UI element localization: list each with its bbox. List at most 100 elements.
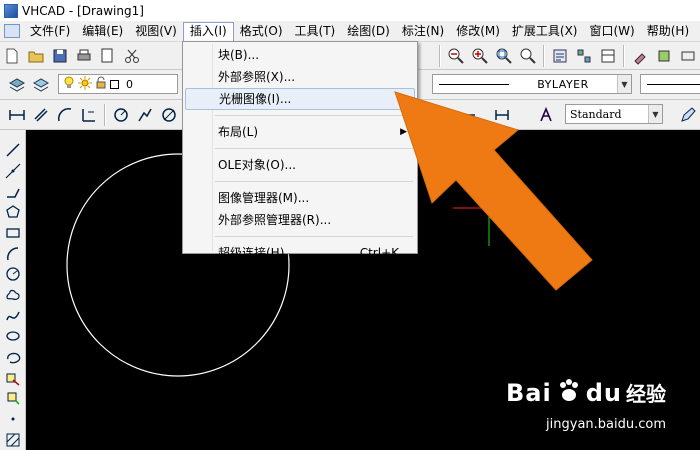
menu-item-hyperlink-label: 超级连接(H)... xyxy=(218,246,296,260)
make-block-icon[interactable] xyxy=(3,389,23,408)
text-style-combo[interactable]: Standard ▼ xyxy=(565,104,663,124)
lightbulb-icon[interactable] xyxy=(63,76,75,93)
menu-dimension[interactable]: 标注(N) xyxy=(396,22,450,41)
extra-tool-icon[interactable] xyxy=(677,45,699,67)
text-style-name: Standard xyxy=(570,107,622,121)
menu-edit[interactable]: 编辑(E) xyxy=(76,22,129,41)
lineweight-combo[interactable] xyxy=(640,74,700,94)
menu-item-hyperlink[interactable]: 超级连接(H)... Ctrl+K xyxy=(185,242,415,264)
ordinate-dimension-icon[interactable] xyxy=(78,104,100,126)
sun-icon[interactable] xyxy=(78,75,92,93)
menu-item-image-manager[interactable]: 图像管理器(M)... xyxy=(185,187,415,209)
pen-icon[interactable] xyxy=(677,104,699,126)
layer-combo[interactable]: 0 xyxy=(58,74,178,94)
menu-window[interactable]: 窗口(W) xyxy=(584,22,641,41)
ellipse-arc-icon[interactable] xyxy=(3,348,23,367)
construction-line-icon[interactable] xyxy=(3,162,23,181)
menu-file[interactable]: 文件(F) xyxy=(24,22,76,41)
polyline-icon[interactable] xyxy=(3,182,23,201)
preview-icon[interactable] xyxy=(97,45,119,67)
arc-icon[interactable] xyxy=(3,244,23,263)
aligned-dimension-icon[interactable] xyxy=(30,104,52,126)
match-properties-icon[interactable] xyxy=(629,45,651,67)
app-icon xyxy=(4,3,18,18)
linetype-combo[interactable]: BYLAYER ▼ xyxy=(432,74,632,94)
window-title: VHCAD - [Drawing1] xyxy=(22,3,144,18)
watermark-url: jingyan.baidu.com xyxy=(546,417,666,432)
menu-item-layout-label: 布局(L) xyxy=(218,125,259,139)
layer-manager-icon[interactable] xyxy=(6,74,28,96)
menu-format[interactable]: 格式(O) xyxy=(234,22,289,41)
arc-length-icon[interactable] xyxy=(54,104,76,126)
menu-help[interactable]: 帮助(H) xyxy=(641,22,695,41)
draw-toolbar xyxy=(0,130,26,450)
save-icon[interactable] xyxy=(49,45,71,67)
circle-icon[interactable] xyxy=(3,265,23,284)
crosshair-cursor xyxy=(453,204,493,246)
text-style-icon[interactable] xyxy=(535,104,557,126)
menu-extension-tools[interactable]: 扩展工具(X) xyxy=(506,22,584,41)
chevron-down-icon[interactable]: ▼ xyxy=(617,75,631,93)
menu-item-block[interactable]: 块(B)... xyxy=(185,44,415,66)
design-center-icon[interactable] xyxy=(573,45,595,67)
ellipse-icon[interactable] xyxy=(3,327,23,346)
jogged-dimension-icon[interactable] xyxy=(134,104,156,126)
cut-icon[interactable] xyxy=(121,45,143,67)
menu-item-xref-manager[interactable]: 外部参照管理器(R)... xyxy=(185,209,415,231)
watermark-cn-text: 经验 xyxy=(626,382,666,406)
new-file-icon[interactable] xyxy=(1,45,23,67)
hatch-icon[interactable] xyxy=(3,430,23,449)
menu-separator xyxy=(215,181,413,182)
linetype-preview xyxy=(439,83,509,85)
zoom-window-icon[interactable] xyxy=(493,45,515,67)
polygon-icon[interactable] xyxy=(3,203,23,222)
open-folder-icon[interactable] xyxy=(25,45,47,67)
rectangle-icon[interactable] xyxy=(3,224,23,243)
menu-modify[interactable]: 修改(M) xyxy=(450,22,506,41)
zoom-in-icon[interactable] xyxy=(469,45,491,67)
layer-state-icon[interactable] xyxy=(30,74,52,96)
lineweight-preview xyxy=(647,84,700,85)
insert-menu-dropdown: 块(B)... 外部参照(X)... 光栅图像(I)... 布局(L) ▶ OL… xyxy=(182,41,418,260)
dimension-update-icon[interactable] xyxy=(491,104,513,126)
watermark-logo-text: Bai xyxy=(506,378,552,407)
title-bar: VHCAD - [Drawing1] xyxy=(0,0,700,21)
spline-icon[interactable] xyxy=(3,306,23,325)
chevron-down-icon[interactable]: ▼ xyxy=(648,105,662,123)
menu-separator xyxy=(215,148,413,149)
dimension-edit-icon[interactable] xyxy=(459,104,481,126)
menu-item-raster-image[interactable]: 光栅图像(I)... xyxy=(185,88,415,110)
tool-palette-icon[interactable] xyxy=(597,45,619,67)
menu-draw[interactable]: 绘图(D) xyxy=(341,22,396,41)
zoom-out-icon[interactable] xyxy=(445,45,467,67)
revision-cloud-icon[interactable] xyxy=(3,286,23,305)
menu-separator xyxy=(215,236,413,237)
menu-bar: 文件(F) 编辑(E) 视图(V) 插入(I) 格式(O) 工具(T) 绘图(D… xyxy=(0,21,700,42)
layer-tools-icon[interactable] xyxy=(653,45,675,67)
properties-icon[interactable] xyxy=(549,45,571,67)
linear-dimension-icon[interactable] xyxy=(6,104,28,126)
linetype-label: BYLAYER xyxy=(537,77,589,91)
menu-insert[interactable]: 插入(I) xyxy=(182,21,234,41)
menu-view[interactable]: 视图(V) xyxy=(129,22,183,41)
print-icon[interactable] xyxy=(73,45,95,67)
menu-item-external-reference[interactable]: 外部参照(X)... xyxy=(185,66,415,88)
insert-block-icon[interactable] xyxy=(3,368,23,387)
menu-item-ole-object[interactable]: OLE对象(O)... xyxy=(185,154,415,176)
line-tool-icon[interactable] xyxy=(3,141,23,160)
paw-icon xyxy=(556,378,582,407)
diameter-dimension-icon[interactable] xyxy=(158,104,180,126)
vhcad-window: VHCAD - [Drawing1] 文件(F) 编辑(E) 视图(V) 插入(… xyxy=(0,0,700,450)
menu-item-hyperlink-shortcut: Ctrl+K xyxy=(359,246,399,260)
submenu-arrow-icon: ▶ xyxy=(400,127,407,137)
radius-dimension-icon[interactable] xyxy=(110,104,132,126)
zoom-previous-icon[interactable] xyxy=(517,45,539,67)
baidu-watermark: Bai du 经验 xyxy=(506,378,666,407)
watermark-logo-text-2: du xyxy=(585,378,622,407)
menu-tools[interactable]: 工具(T) xyxy=(289,22,342,41)
lock-icon[interactable] xyxy=(95,76,107,93)
menu-separator xyxy=(215,115,413,116)
point-icon[interactable] xyxy=(3,410,23,429)
menu-item-layout[interactable]: 布局(L) ▶ xyxy=(185,121,415,143)
document-system-icon[interactable] xyxy=(4,24,20,38)
